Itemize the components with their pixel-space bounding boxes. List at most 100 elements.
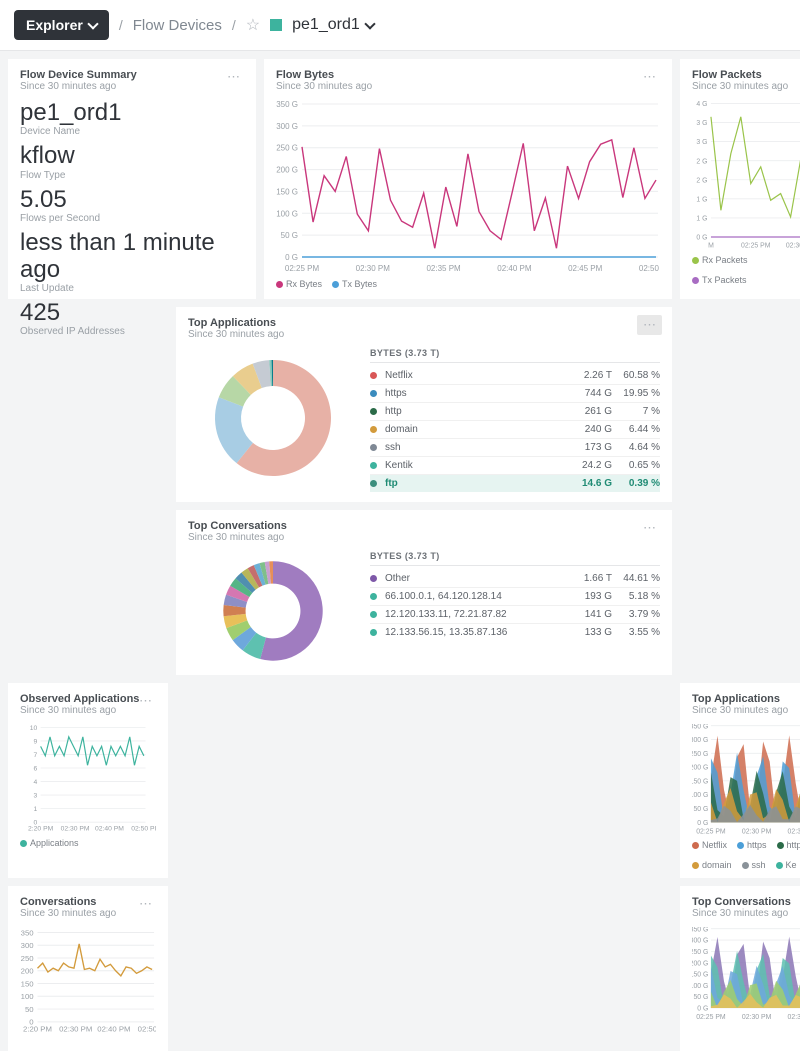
table-row[interactable]: ssh 173 G4.64 % xyxy=(370,439,660,457)
panel-subtitle: Since 30 minutes ago xyxy=(20,81,244,92)
breadcrumb-separator: / xyxy=(119,17,123,33)
svg-text:02:35 PM: 02:35 PM xyxy=(788,1014,800,1021)
status-indicator-icon xyxy=(270,19,282,31)
svg-text:02:25 PM: 02:25 PM xyxy=(696,828,726,835)
svg-text:4 G: 4 G xyxy=(696,101,707,108)
panel-menu-icon[interactable]: ⋯ xyxy=(133,894,158,914)
observed-apps-legend: Applications xyxy=(20,838,156,848)
svg-text:50 G: 50 G xyxy=(281,231,298,240)
table-row[interactable]: 66.100.0.1, 64.120.128.14 193 G5.18 % xyxy=(370,588,660,606)
svg-text:350 G: 350 G xyxy=(276,100,298,109)
svg-text:2:20 PM: 2:20 PM xyxy=(23,1025,52,1034)
panel-title: Top Applications xyxy=(188,317,660,329)
svg-text:300 G: 300 G xyxy=(692,737,708,744)
svg-text:02:40 PM: 02:40 PM xyxy=(97,1025,130,1034)
table-row[interactable]: 12.133.56.15, 13.35.87.136 133 G3.55 % xyxy=(370,624,660,641)
breadcrumb-device[interactable]: pe1_ord1 xyxy=(270,16,374,34)
svg-text:02:35 PM: 02:35 PM xyxy=(788,828,800,835)
svg-text:250 G: 250 G xyxy=(276,144,298,153)
panel-title: Flow Bytes xyxy=(276,69,660,81)
svg-text:0 G: 0 G xyxy=(696,235,707,242)
table-row[interactable]: 12.120.133.11, 72.21.87.82 141 G3.79 % xyxy=(370,606,660,624)
svg-text:02:50 PI: 02:50 PI xyxy=(138,1025,156,1034)
breadcrumb-flow-devices[interactable]: Flow Devices xyxy=(133,17,222,34)
panel-menu-icon[interactable]: ⋯ xyxy=(221,67,246,87)
top-conversations-area-chart: 0 G50 G100 G150 G200 G250 G300 G350 G02:… xyxy=(692,927,800,1022)
legend-rx-packets: Rx Packets xyxy=(702,255,748,265)
svg-text:200 G: 200 G xyxy=(692,765,708,772)
summary-fps: 5.05 xyxy=(20,187,244,213)
device-title: pe1_ord1 xyxy=(292,16,360,34)
svg-text:250 G: 250 G xyxy=(692,949,708,956)
panel-subtitle: Since 30 minutes ago xyxy=(188,532,660,543)
panel-subtitle: Since 30 minutes ago xyxy=(692,81,800,92)
observed-apps-chart: 0 1 3 4 6 7 9 10 2:20 PM02:30 PM02:40 PM… xyxy=(20,724,156,834)
summary-device-name-label: Device Name xyxy=(20,126,244,137)
svg-text:150 G: 150 G xyxy=(692,778,708,785)
panel-flow-bytes: ⋯ Flow Bytes Since 30 minutes ago 0 G50 … xyxy=(264,59,672,299)
svg-text:M: M xyxy=(708,242,714,249)
table-row[interactable]: ftp 14.6 G0.39 % xyxy=(370,475,660,492)
panel-menu-icon[interactable]: ⋯ xyxy=(133,691,158,711)
svg-text:50 G: 50 G xyxy=(693,806,708,813)
dashboard-grid: ⋯ Flow Device Summary Since 30 minutes a… xyxy=(0,51,800,1051)
flow-bytes-legend: Rx Bytes Tx Bytes xyxy=(276,279,660,289)
svg-text:300 G: 300 G xyxy=(692,938,708,945)
flow-packets-legend: Rx Packets Tx Packets xyxy=(692,255,800,285)
panel-subtitle: Since 30 minutes ago xyxy=(692,908,800,919)
panel-subtitle: Since 30 minutes ago xyxy=(188,329,660,340)
svg-text:02:30 PM: 02:30 PM xyxy=(61,826,90,833)
panel-conversations: ⋯ Conversations Since 30 minutes ago 0 5… xyxy=(8,886,168,1051)
svg-text:2 G: 2 G xyxy=(696,158,707,165)
svg-text:2:20 PM: 2:20 PM xyxy=(28,826,54,833)
svg-text:02:30 PM: 02:30 PM xyxy=(742,1014,772,1021)
svg-text:250: 250 xyxy=(21,954,35,963)
panel-title: Top Applications xyxy=(692,693,800,705)
svg-text:0 G: 0 G xyxy=(697,1006,708,1013)
table-row[interactable]: domain 240 G6.44 % xyxy=(370,421,660,439)
summary-last-update: less than 1 minute ago xyxy=(20,230,244,283)
svg-text:200: 200 xyxy=(21,967,35,976)
panel-top-conversations-donut: ⋯ Top Conversations Since 30 minutes ago… xyxy=(176,510,672,675)
table-row[interactable]: https 744 G19.95 % xyxy=(370,385,660,403)
svg-text:02:35 PM: 02:35 PM xyxy=(426,264,461,273)
top-conversations-donut xyxy=(188,551,358,671)
svg-text:6: 6 xyxy=(33,766,37,773)
table-row[interactable]: Kentik 24.2 G0.65 % xyxy=(370,457,660,475)
explorer-label: Explorer xyxy=(26,17,83,33)
panel-menu-icon[interactable]: ⋯ xyxy=(637,67,662,87)
svg-text:300: 300 xyxy=(21,941,35,950)
table-row[interactable]: Other 1.66 T44.61 % xyxy=(370,570,660,588)
svg-text:02:50 PM: 02:50 PM xyxy=(639,264,660,273)
bytes-header: BYTES (3.73 T) xyxy=(370,348,660,363)
breadcrumb-separator: / xyxy=(232,17,236,33)
table-row[interactable]: Netflix 2.26 T60.58 % xyxy=(370,367,660,385)
panel-menu-icon[interactable]: ⋯ xyxy=(637,315,662,335)
svg-text:100 G: 100 G xyxy=(276,209,298,218)
panel-subtitle: Since 30 minutes ago xyxy=(692,705,800,716)
summary-flow-type-label: Flow Type xyxy=(20,170,244,181)
table-row[interactable]: http 261 G7 % xyxy=(370,403,660,421)
top-apps-area-legend: NetflixhttpshttpdomainsshKe xyxy=(692,840,800,870)
conversations-chart: 0 50 100 150 200 250 300 350 2:20 PM02:3… xyxy=(20,927,156,1037)
svg-text:0 G: 0 G xyxy=(697,820,708,827)
flow-packets-chart: 0 G1 G1 G2 G2 G3 G3 G4 GM02:25 PM02:30 P… xyxy=(692,100,800,251)
svg-text:3: 3 xyxy=(33,793,37,800)
panel-top-applications-area: Top Applications Since 30 minutes ago 0 … xyxy=(680,683,800,878)
explorer-button[interactable]: Explorer xyxy=(14,10,109,40)
svg-text:50 G: 50 G xyxy=(693,994,708,1001)
panel-subtitle: Since 30 minutes ago xyxy=(276,81,660,92)
panel-flow-device-summary: ⋯ Flow Device Summary Since 30 minutes a… xyxy=(8,59,256,299)
svg-text:1 G: 1 G xyxy=(696,196,707,203)
svg-text:3 G: 3 G xyxy=(696,120,707,127)
svg-text:350: 350 xyxy=(21,928,35,937)
summary-flow-type: kflow xyxy=(20,143,244,169)
svg-text:150 G: 150 G xyxy=(692,972,708,979)
star-icon[interactable]: ☆ xyxy=(246,15,260,35)
svg-text:100 G: 100 G xyxy=(692,792,708,799)
svg-text:02:30 PM: 02:30 PM xyxy=(786,242,800,249)
svg-text:02:30 PM: 02:30 PM xyxy=(742,828,772,835)
panel-menu-icon[interactable]: ⋯ xyxy=(637,518,662,538)
top-applications-donut xyxy=(188,348,358,488)
svg-text:9: 9 xyxy=(33,738,37,745)
